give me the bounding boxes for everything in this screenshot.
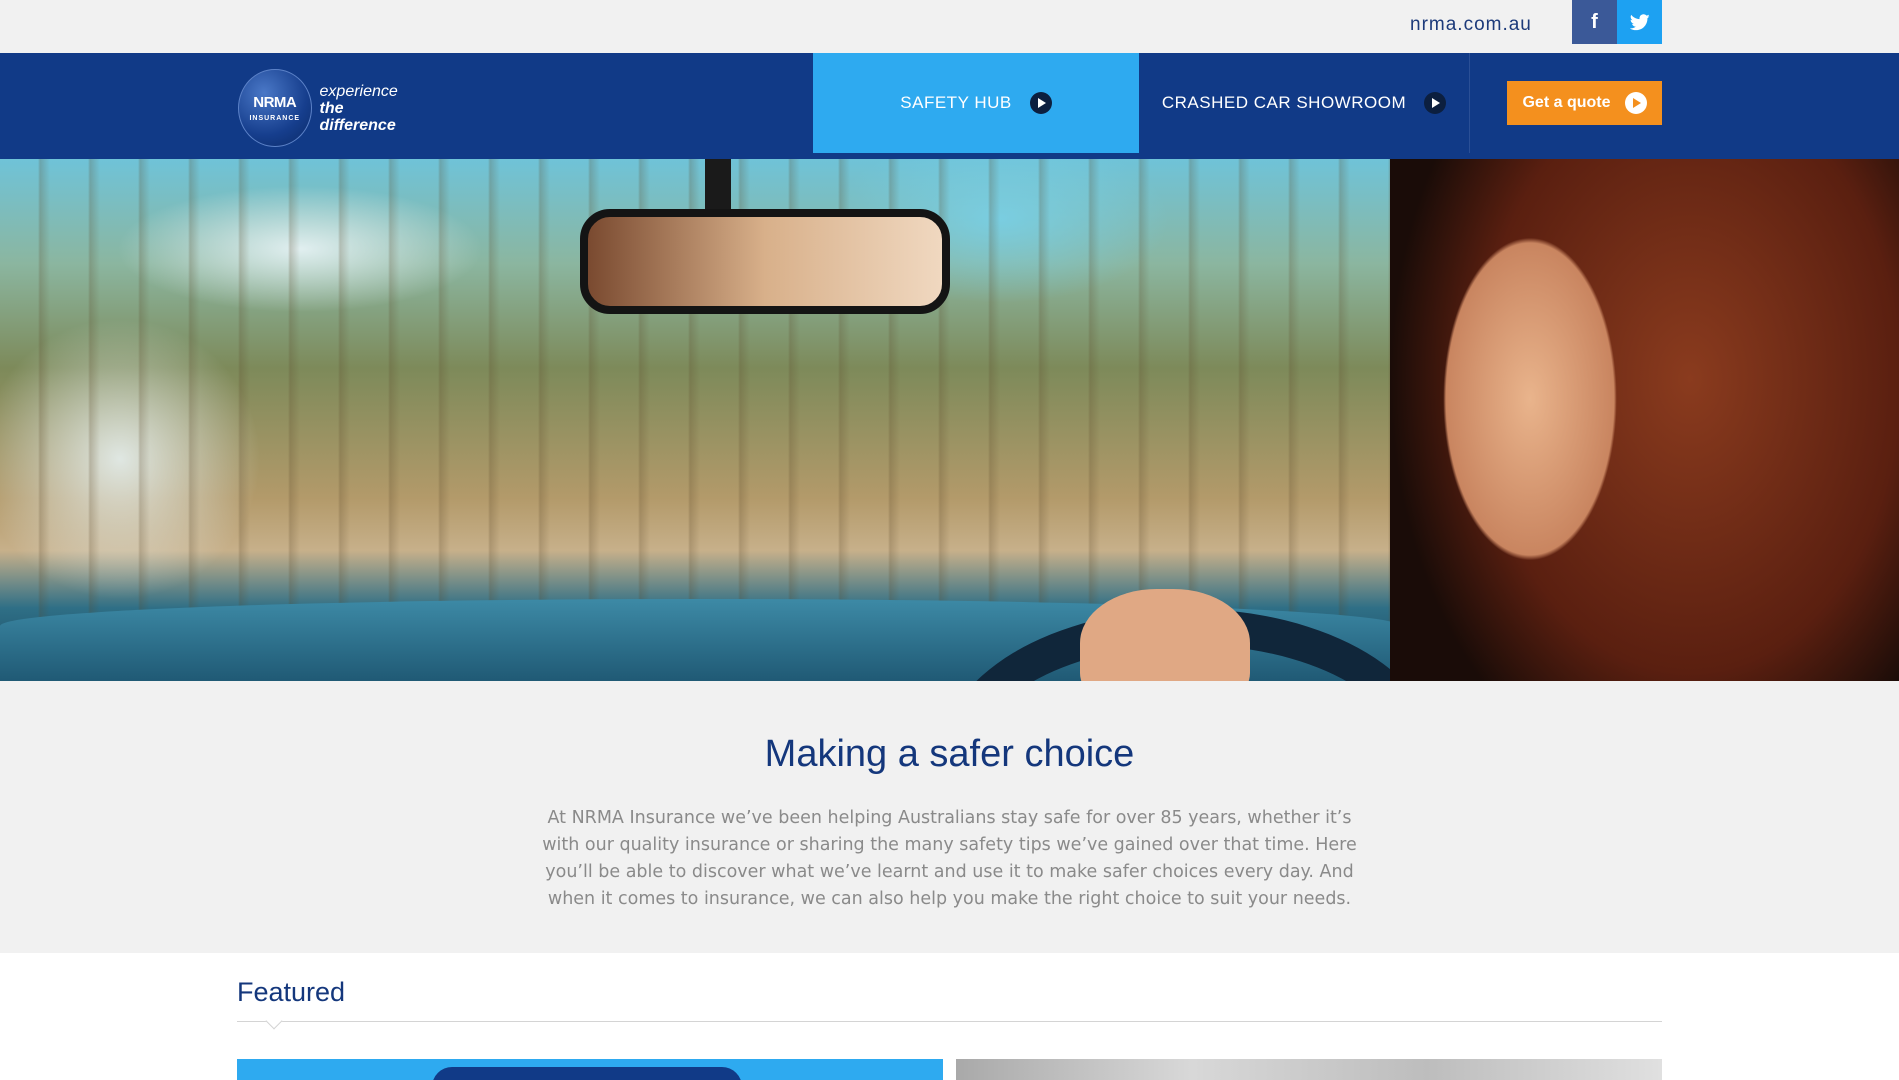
rearview-mirror-mount [705, 159, 731, 211]
rearview-mirror [580, 209, 950, 314]
featured-section: Featured [0, 953, 1899, 1080]
driver-portrait [1390, 159, 1899, 681]
nav-crashed-car-label: CRASHED CAR SHOWROOM [1161, 93, 1407, 112]
hero-image-woman-driving [0, 159, 1899, 681]
nav-safety-hub[interactable]: SAFETY HUB [813, 53, 1139, 153]
tagline-line-2: the difference [319, 99, 396, 134]
get-a-quote-label: Get a quote [1522, 94, 1611, 111]
featured-card-1[interactable] [237, 1059, 943, 1080]
get-a-quote-button[interactable]: Get a quote [1507, 81, 1662, 125]
nrma-logo[interactable]: NRMA INSURANCE experience the difference [238, 68, 418, 148]
twitter-icon[interactable] [1617, 0, 1662, 44]
logo-tagline: experience the difference [320, 83, 418, 134]
intro-title: Making a safer choice [764, 733, 1135, 775]
featured-divider [237, 1021, 1662, 1022]
twitter-bird-icon [1629, 13, 1650, 30]
nav-safety-hub-label: SAFETY HUB [900, 93, 1012, 112]
nav-divider [1469, 53, 1470, 153]
main-navbar: NRMA INSURANCE experience the difference… [0, 53, 1899, 159]
top-utility-bar: nrma.com.au f [0, 0, 1899, 53]
play-arrow-icon [1029, 92, 1052, 114]
driver-hand [1080, 589, 1250, 681]
logo-brand: NRMA [253, 94, 297, 111]
tagline-line-1: experience [319, 82, 398, 100]
featured-card-2[interactable] [956, 1059, 1662, 1080]
nav-crashed-car-showroom[interactable]: CRASHED CAR SHOWROOM [1139, 53, 1469, 153]
logo-badge: NRMA INSURANCE [238, 69, 312, 147]
play-arrow-icon [1424, 92, 1447, 114]
intro-body: At NRMA Insurance we’ve been helping Aus… [542, 808, 1357, 909]
play-arrow-icon [1624, 92, 1647, 114]
logo-sub: INSURANCE [249, 115, 301, 122]
facebook-icon[interactable]: f [1572, 0, 1617, 44]
featured-notch [265, 1012, 283, 1030]
site-link[interactable]: nrma.com.au [1410, 14, 1532, 36]
featured-card-1-pill [432, 1067, 742, 1080]
intro-section: Making a safer choice At NRMA Insurance … [0, 681, 1899, 953]
featured-heading: Featured [237, 977, 346, 1007]
